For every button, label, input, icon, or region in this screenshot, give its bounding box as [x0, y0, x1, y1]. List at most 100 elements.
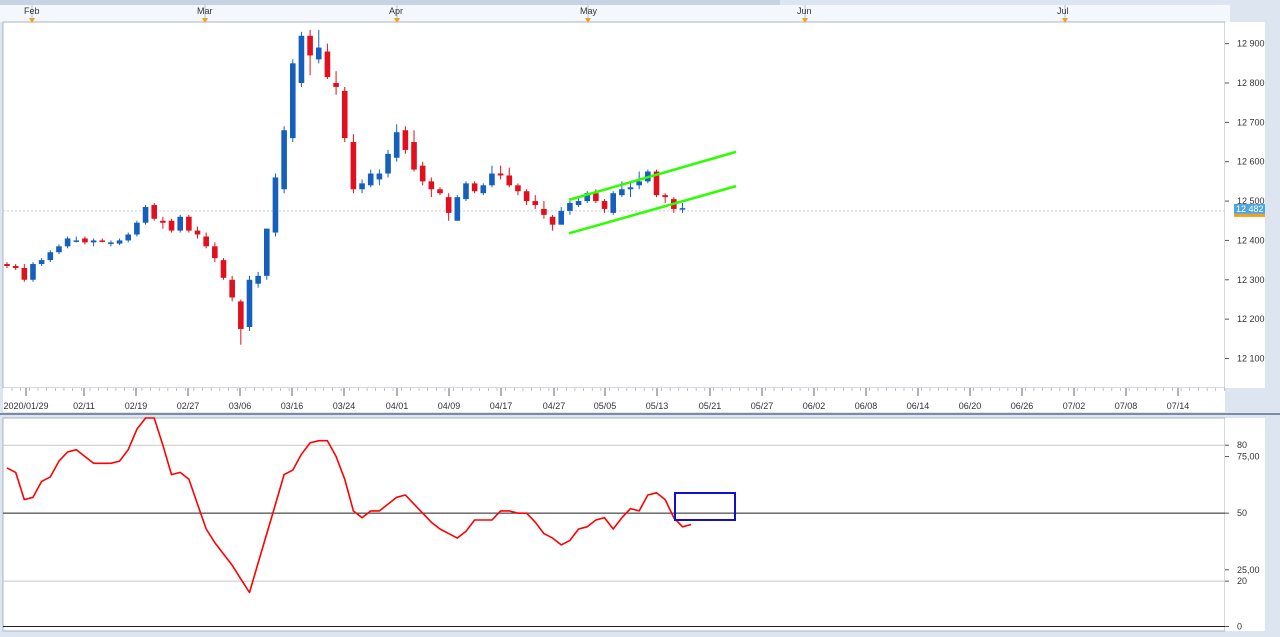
candle[interactable]	[385, 149, 391, 178]
indicator-tick-label: 25,00	[1237, 565, 1260, 575]
date-tick-label: 07/02	[1063, 401, 1086, 411]
date-tick-label: 04/01	[386, 401, 409, 411]
candle-body	[411, 142, 417, 170]
candle-body	[82, 238, 88, 243]
candle[interactable]	[30, 262, 36, 282]
candle-body	[359, 183, 365, 190]
candle[interactable]	[341, 86, 348, 143]
month-strip	[0, 5, 1230, 22]
month-label: Jul	[1057, 6, 1069, 16]
candle[interactable]	[610, 191, 616, 215]
candle-body	[497, 173, 504, 176]
price-tick-label: 12 900	[1237, 39, 1265, 49]
candle[interactable]	[350, 134, 357, 194]
price-tick-label: 12 100	[1237, 353, 1265, 363]
candle-body	[541, 208, 547, 215]
candle-body	[30, 264, 36, 280]
candle[interactable]	[281, 126, 287, 194]
candle-body	[593, 193, 599, 202]
candle-body	[298, 35, 305, 83]
candle[interactable]	[289, 59, 296, 143]
candle-body	[627, 187, 634, 190]
candle-body	[21, 267, 28, 280]
candle-body	[73, 240, 80, 242]
date-tick-label: 03/24	[333, 401, 356, 411]
candle[interactable]	[151, 203, 158, 221]
price-tick-label: 12 800	[1237, 78, 1265, 88]
date-tick-label: 02/11	[73, 401, 95, 411]
candle-body	[142, 206, 149, 223]
candle[interactable]	[220, 258, 227, 280]
candle-body	[168, 220, 175, 231]
candle[interactable]	[168, 218, 175, 233]
indicator-plot-area[interactable]	[2, 417, 1226, 632]
top-scroll-bar[interactable]	[0, 0, 780, 5]
candle-body	[341, 90, 348, 139]
date-tick-label: 06/14	[907, 401, 930, 411]
candle-body	[532, 201, 539, 205]
candle-body	[558, 210, 565, 225]
month-label: Feb	[24, 6, 40, 16]
date-tick-label: 2020/01/29	[3, 401, 48, 411]
date-tick-label: 04/09	[438, 401, 461, 411]
candle[interactable]	[142, 205, 149, 225]
candle[interactable]	[454, 195, 461, 221]
candle-body	[489, 173, 495, 186]
date-tick-label: 06/08	[855, 401, 878, 411]
date-tick-label: 02/19	[125, 401, 148, 411]
date-tick-label: 04/17	[490, 401, 513, 411]
indicator-tick-label: 20	[1237, 576, 1247, 586]
chart-root: Feb Mar Apr May Jun Jul 12 900 12 800 12 700 12 …	[0, 0, 1280, 637]
candle-body	[160, 220, 166, 223]
candle-body	[402, 130, 409, 150]
candle-body	[419, 165, 426, 182]
candle[interactable]	[463, 181, 469, 202]
indicator-tick-label: 75,00	[1237, 452, 1260, 462]
price-tick-label: 12 300	[1237, 275, 1265, 285]
candle[interactable]	[402, 126, 409, 154]
candle-body	[246, 279, 253, 327]
candle[interactable]	[298, 31, 305, 87]
date-tick-label: 05/27	[751, 401, 774, 411]
candle-body	[90, 240, 97, 243]
candle-body	[238, 301, 244, 329]
candle-body	[99, 240, 106, 242]
candle-body	[12, 266, 19, 268]
month-label: Jun	[797, 6, 812, 16]
candle-body	[350, 142, 357, 190]
indicator-tick-label: 80	[1237, 440, 1247, 450]
candle-body	[515, 185, 521, 192]
candle-body	[186, 216, 192, 231]
candle-body	[636, 181, 642, 186]
candle[interactable]	[264, 228, 270, 280]
candle-body	[220, 260, 227, 278]
candle[interactable]	[272, 173, 279, 237]
candle-body	[229, 279, 235, 298]
date-tick-label: 02/27	[177, 401, 200, 411]
candle-body	[454, 197, 461, 221]
date-tick-label: 03/06	[229, 401, 252, 411]
candle-body	[289, 63, 296, 139]
date-tick-label: 05/13	[646, 401, 669, 411]
price-tick-label: 12 600	[1237, 157, 1265, 167]
candle[interactable]	[134, 220, 140, 237]
price-tick-label: 12 200	[1237, 314, 1265, 324]
candle-body	[108, 242, 114, 244]
date-tick-label: 06/20	[959, 401, 982, 411]
candle-body	[376, 173, 383, 180]
last-price-badge-accent	[1234, 213, 1265, 217]
candle[interactable]	[246, 275, 253, 331]
candle[interactable]	[186, 214, 192, 233]
candle-body	[428, 181, 435, 190]
candle-body	[480, 185, 487, 194]
date-tick-label: 03/16	[281, 401, 304, 411]
candle-body	[255, 275, 261, 284]
candle-body	[47, 252, 54, 261]
candle[interactable]	[177, 214, 183, 233]
date-tick-label: 04/27	[543, 401, 566, 411]
candle-body	[203, 236, 209, 247]
candle-body	[619, 189, 625, 196]
indicator-tick-label: 50	[1237, 508, 1247, 518]
candle-body	[4, 264, 10, 266]
candle-body	[324, 51, 331, 78]
